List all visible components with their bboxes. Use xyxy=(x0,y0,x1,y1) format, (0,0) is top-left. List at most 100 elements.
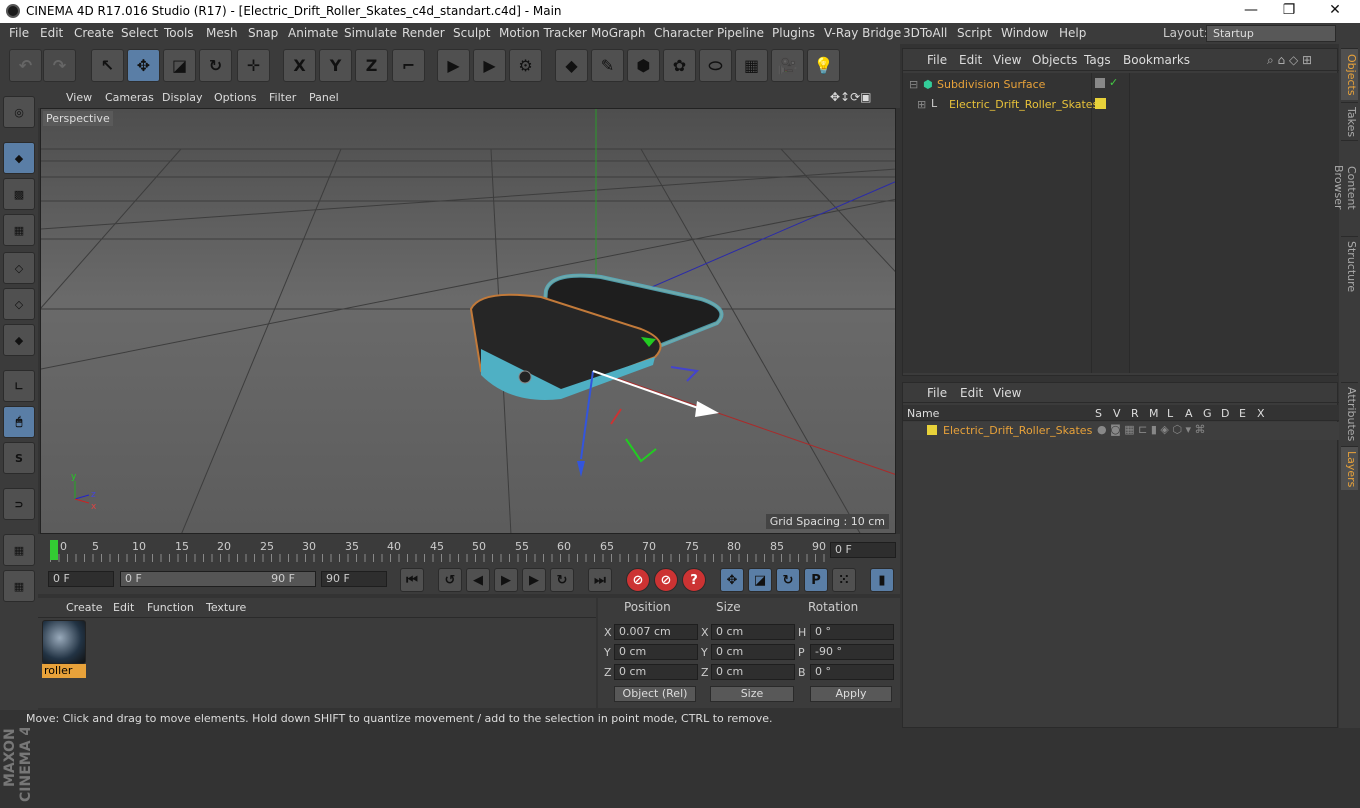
x-axis-toggle[interactable]: X xyxy=(283,49,316,82)
prev-frame-icon[interactable]: ◀ xyxy=(466,568,490,592)
layers-menu-view[interactable]: View xyxy=(993,386,1021,400)
cloner-icon[interactable]: ✿ xyxy=(663,49,696,82)
rotation-b-field[interactable]: 0 ° xyxy=(810,664,894,680)
viewport-menu-view[interactable]: View xyxy=(66,91,92,104)
key-rotation-icon[interactable]: ↻ xyxy=(776,568,800,592)
live-selection-icon[interactable]: ↖ xyxy=(91,49,124,82)
menu-sculpt[interactable]: Sculpt xyxy=(453,26,490,40)
edges-mode-icon[interactable]: ◇ xyxy=(3,288,35,320)
autokey-icon[interactable]: ⊘ xyxy=(654,568,678,592)
column-deformers[interactable]: D xyxy=(1221,407,1229,420)
column-locked[interactable]: L xyxy=(1167,407,1173,420)
snap-icon[interactable]: ⊃ xyxy=(3,488,35,520)
apply-button[interactable]: Apply xyxy=(810,686,892,702)
size-x-field[interactable]: 0 cm xyxy=(711,624,795,640)
record-keys-icon[interactable]: ⊘ xyxy=(626,568,650,592)
viewport[interactable]: y z x Perspective Grid Spacing : 10 cm xyxy=(40,108,896,534)
tab-structure[interactable]: Structure xyxy=(1341,236,1358,296)
column-generators[interactable]: G xyxy=(1203,407,1212,420)
deformer-icon[interactable]: ⬭ xyxy=(699,49,732,82)
menu-window[interactable]: Window xyxy=(1001,26,1048,40)
key-pla-icon[interactable]: ⁙ xyxy=(832,568,856,592)
menu-motion-tracker[interactable]: Motion Tracker xyxy=(499,26,587,40)
layers-menu-file[interactable]: File xyxy=(927,386,947,400)
key-position-icon[interactable]: ✥ xyxy=(720,568,744,592)
column-name[interactable]: Name xyxy=(907,407,939,420)
rotation-h-field[interactable]: 0 ° xyxy=(810,624,894,640)
viewport-menu-display[interactable]: Display xyxy=(162,91,203,104)
menu-edit[interactable]: Edit xyxy=(40,26,63,40)
size-y-field[interactable]: 0 cm xyxy=(711,644,795,660)
column-expressions[interactable]: E xyxy=(1239,407,1246,420)
layer-color-swatch[interactable] xyxy=(927,425,937,435)
material-thumbnail[interactable] xyxy=(42,620,86,664)
menu-create[interactable]: Create xyxy=(74,26,114,40)
rotate-tool-icon[interactable]: ↻ xyxy=(199,49,232,82)
undo-icon[interactable]: ↶ xyxy=(9,49,42,82)
start-frame-field[interactable]: 0 F xyxy=(48,571,114,587)
menu-animate[interactable]: Animate xyxy=(288,26,338,40)
object-row[interactable]: ⊞ L Electric_Drift_Roller_Skates xyxy=(903,95,1339,115)
objects-menu-tags[interactable]: Tags xyxy=(1084,53,1111,67)
axis-mode-icon[interactable]: ∟ xyxy=(3,370,35,402)
maximize-button[interactable]: ❐ xyxy=(1274,2,1304,18)
menu-render[interactable]: Render xyxy=(402,26,445,40)
menu-simulate[interactable]: Simulate xyxy=(344,26,397,40)
viewport-menu-filter[interactable]: Filter xyxy=(269,91,296,104)
column-render[interactable]: R xyxy=(1131,407,1139,420)
solo-mode-icon[interactable]: S xyxy=(3,442,35,474)
object-row[interactable]: ⊟ ⬢ Subdivision Surface ✓ xyxy=(903,75,1339,95)
size-z-field[interactable]: 0 cm xyxy=(711,664,795,680)
key-parameter-icon[interactable]: P xyxy=(804,568,828,592)
recent-tools-icon[interactable]: ✛ xyxy=(237,49,270,82)
collapse-icon[interactable]: ⊟ xyxy=(909,78,918,91)
pen-spline-icon[interactable]: ✎ xyxy=(591,49,624,82)
layer-name[interactable]: Electric_Drift_Roller_Skates xyxy=(943,424,1092,437)
material-menu-edit[interactable]: Edit xyxy=(113,601,134,614)
goto-start-icon[interactable]: ⏮ xyxy=(400,568,424,592)
rotation-p-field[interactable]: -90 ° xyxy=(810,644,894,660)
material-menu-function[interactable]: Function xyxy=(147,601,194,614)
menu-script[interactable]: Script xyxy=(957,26,992,40)
tweak-mode-icon[interactable]: 🖱 xyxy=(3,406,35,438)
viewport-menu-panel[interactable]: Panel xyxy=(309,91,339,104)
playhead[interactable] xyxy=(50,540,58,560)
floor-icon[interactable]: ▦ xyxy=(735,49,768,82)
coordinate-mode-select[interactable]: Object (Rel) xyxy=(614,686,696,702)
layer-row[interactable]: Electric_Drift_Roller_Skates ● ◙ ▦ ⊏ ▮ ◈… xyxy=(903,422,1339,440)
next-key-icon[interactable]: ↻ xyxy=(550,568,574,592)
layout-select[interactable]: Startup xyxy=(1206,25,1336,42)
menu-mesh[interactable]: Mesh xyxy=(206,26,238,40)
scale-tool-icon[interactable]: ◪ xyxy=(163,49,196,82)
menu-3dtoall[interactable]: 3DToAll xyxy=(903,26,947,40)
objects-search-icon[interactable]: ⌕ ⌂ ◇ ⊞ xyxy=(1267,53,1312,68)
close-button[interactable]: ✕ xyxy=(1320,2,1350,18)
column-manager[interactable]: M xyxy=(1149,407,1159,420)
play-icon[interactable]: ▶ xyxy=(494,568,518,592)
menu-snap[interactable]: Snap xyxy=(248,26,278,40)
menu-character[interactable]: Character xyxy=(654,26,713,40)
position-y-field[interactable]: 0 cm xyxy=(614,644,698,660)
render-to-picture-viewer-icon[interactable]: ▶ xyxy=(473,49,506,82)
tab-objects[interactable]: Objects xyxy=(1341,48,1358,100)
texture-mode-icon[interactable]: ▩ xyxy=(3,178,35,210)
timeline[interactable]: 0 5 10 15 20 25 30 35 40 45 50 55 60 65 … xyxy=(38,534,900,566)
menu-vray-bridge[interactable]: V-Ray Bridge xyxy=(824,26,901,40)
menu-plugins[interactable]: Plugins xyxy=(772,26,815,40)
material-menu-texture[interactable]: Texture xyxy=(206,601,246,614)
column-view[interactable]: V xyxy=(1113,407,1121,420)
objects-menu-objects[interactable]: Objects xyxy=(1032,53,1077,67)
enabled-check-icon[interactable]: ✓ xyxy=(1109,76,1118,89)
redo-icon[interactable]: ↷ xyxy=(43,49,76,82)
menu-mograph[interactable]: MoGraph xyxy=(591,26,646,40)
make-editable-icon[interactable]: ◎ xyxy=(3,96,35,128)
menu-select[interactable]: Select xyxy=(121,26,158,40)
tab-takes[interactable]: Takes xyxy=(1341,102,1358,138)
polygons-mode-icon[interactable]: ◆ xyxy=(3,324,35,356)
column-animation[interactable]: A xyxy=(1185,407,1193,420)
size-mode-select[interactable]: Size xyxy=(710,686,794,702)
menu-file[interactable]: File xyxy=(9,26,29,40)
roller-skates-model[interactable] xyxy=(469,273,724,400)
end-frame-field[interactable]: 90 F xyxy=(321,571,387,587)
tab-layers[interactable]: Layers xyxy=(1341,446,1358,490)
